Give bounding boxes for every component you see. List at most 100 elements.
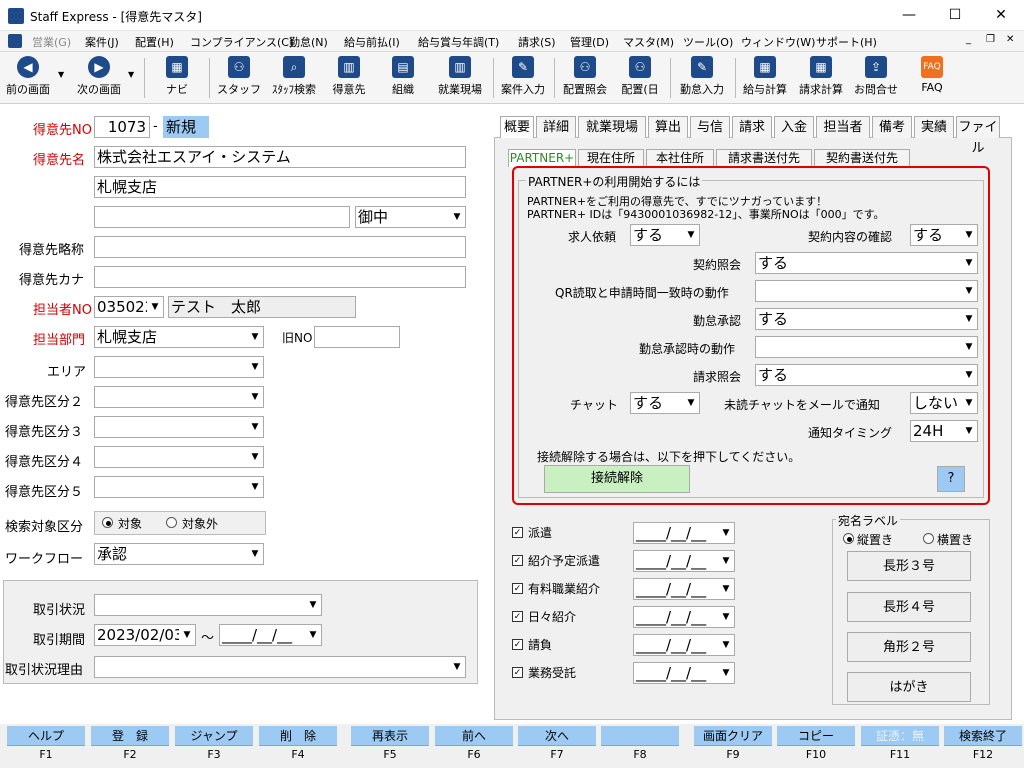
subtab-current-address[interactable]: 現在住所 bbox=[578, 149, 644, 167]
attendance-action-select[interactable]: ▼ bbox=[755, 336, 978, 358]
category3-select[interactable]: ▼ bbox=[94, 416, 264, 438]
f9-clear-button[interactable]: 画面クリア bbox=[694, 726, 772, 746]
deal-to-date[interactable]: ____/__/__ ▼ bbox=[219, 624, 322, 646]
menu-anken[interactable]: 案件(J) bbox=[85, 34, 119, 50]
staff-button[interactable]: ⚇ スタッフ bbox=[216, 54, 262, 100]
menu-haichi[interactable]: 配置(H) bbox=[135, 34, 174, 50]
mdi-close-button[interactable]: ✕ bbox=[1006, 34, 1014, 45]
customer-kana-input[interactable] bbox=[94, 266, 466, 288]
customer-button[interactable]: ▥ 得意先 bbox=[326, 54, 372, 100]
chat-select[interactable]: する ▼ bbox=[630, 392, 700, 414]
outsourcing-checkbox[interactable]: ✓ bbox=[512, 667, 523, 678]
planned-dispatch-date[interactable]: ____/__/__ ▼ bbox=[633, 550, 735, 572]
menu-kintai[interactable]: 勤怠(N) bbox=[289, 34, 328, 50]
attendance-approval-select[interactable]: する ▼ bbox=[755, 308, 978, 330]
subtab-contract-destination[interactable]: 契約書送付先 bbox=[814, 149, 910, 167]
tab-workplace[interactable]: 就業現場 bbox=[578, 116, 646, 138]
daily-placement-date[interactable]: ____/__/__ ▼ bbox=[633, 606, 735, 628]
contract-check-select[interactable]: する ▼ bbox=[910, 224, 978, 246]
f1-help-button[interactable]: ヘルプ bbox=[7, 726, 85, 746]
area-select[interactable]: ▼ bbox=[94, 356, 264, 378]
old-no-input[interactable] bbox=[314, 326, 400, 348]
subtab-invoice-destination[interactable]: 請求書送付先 bbox=[716, 149, 812, 167]
f12-exit-button[interactable]: 検索終了 bbox=[944, 726, 1022, 746]
menu-master[interactable]: マスタ(M) bbox=[623, 34, 674, 50]
menu-tool[interactable]: ツール(O) bbox=[683, 34, 733, 50]
envelope-naga3-button[interactable]: 長形３号 bbox=[847, 551, 971, 581]
tab-detail[interactable]: 詳細 bbox=[536, 116, 576, 138]
customer-abbr-input[interactable] bbox=[94, 236, 466, 258]
label-vertical-radio[interactable] bbox=[843, 533, 854, 544]
subtab-partner[interactable]: PARTNER+ bbox=[508, 149, 576, 167]
postcard-button[interactable]: はがき bbox=[847, 672, 971, 702]
disconnect-button[interactable]: 接続解除 bbox=[544, 465, 690, 493]
search-target-off-radio[interactable] bbox=[166, 517, 177, 528]
outsourcing-date[interactable]: ____/__/__ ▼ bbox=[633, 662, 735, 684]
faq-button[interactable]: FAQ FAQ bbox=[910, 54, 954, 100]
f2-register-button[interactable]: 登 録 bbox=[91, 726, 169, 746]
billing-calc-button[interactable]: ▦ 請求計算 bbox=[794, 54, 848, 100]
attendance-input-button[interactable]: ✎ 勤怠入力 bbox=[674, 54, 730, 100]
payroll-calc-button[interactable]: ▦ 給与計算 bbox=[738, 54, 792, 100]
deal-status-select[interactable]: ▼ bbox=[94, 594, 322, 616]
inquiry-button[interactable]: ⇪ お問合せ bbox=[850, 54, 902, 100]
menu-eigyo[interactable]: 営業(G) bbox=[32, 34, 71, 50]
contracting-date[interactable]: ____/__/__ ▼ bbox=[633, 634, 735, 656]
f6-prev-button[interactable]: 前へ bbox=[435, 726, 513, 746]
next-dropdown-icon[interactable]: ▼ bbox=[128, 70, 134, 79]
menu-kyuyo-maebarai[interactable]: 給与前払(I) bbox=[344, 34, 400, 50]
customer-no-input[interactable]: 1073 bbox=[94, 116, 150, 138]
billing-inquiry-select[interactable]: する ▼ bbox=[755, 364, 978, 386]
placement-inquiry-button[interactable]: ⚇ 配置照会 bbox=[558, 54, 612, 100]
staff-no-select[interactable]: 035022 ▼ bbox=[94, 296, 164, 318]
tab-file[interactable]: ファイル bbox=[956, 116, 1000, 156]
tab-results[interactable]: 実績 bbox=[914, 116, 954, 138]
workflow-select[interactable]: 承認 ▼ bbox=[94, 543, 264, 565]
paid-placement-date[interactable]: ____/__/__ ▼ bbox=[633, 578, 735, 600]
mdi-restore-button[interactable]: ❐ bbox=[986, 34, 995, 45]
case-input-button[interactable]: ✎ 案件入力 bbox=[497, 54, 549, 100]
f10-copy-button[interactable]: コピー bbox=[777, 726, 855, 746]
notify-timing-select[interactable]: 24H ▼ bbox=[910, 420, 978, 442]
menu-compliance[interactable]: コンプライアンス(C) bbox=[190, 34, 293, 50]
department-select[interactable]: 札幌支店 ▼ bbox=[94, 326, 264, 348]
mdi-minimize-button[interactable]: _ bbox=[966, 34, 971, 45]
minimize-button[interactable]: — bbox=[886, 0, 932, 31]
f3-jump-button[interactable]: ジャンプ bbox=[175, 726, 253, 746]
menu-kanri[interactable]: 管理(D) bbox=[570, 34, 609, 50]
subtab-hq-address[interactable]: 本社住所 bbox=[646, 149, 714, 167]
f8-blank-button[interactable] bbox=[601, 726, 679, 746]
f11-evidence-button[interactable]: 証憑：無 bbox=[861, 726, 939, 746]
tab-calc[interactable]: 算出 bbox=[648, 116, 688, 138]
dispatch-checkbox[interactable]: ✓ bbox=[512, 527, 523, 538]
honorific-select[interactable]: 御中 ▼ bbox=[355, 206, 466, 228]
f7-next-button[interactable]: 次へ bbox=[518, 726, 596, 746]
contract-inquiry-select[interactable]: する ▼ bbox=[755, 252, 978, 274]
planned-dispatch-checkbox[interactable]: ✓ bbox=[512, 555, 523, 566]
qr-action-select[interactable]: ▼ bbox=[755, 280, 978, 302]
tab-payment[interactable]: 入金 bbox=[774, 116, 814, 138]
f5-refresh-button[interactable]: 再表示 bbox=[351, 726, 429, 746]
label-horizontal-radio[interactable] bbox=[923, 533, 934, 544]
prev-dropdown-icon[interactable]: ▼ bbox=[58, 70, 64, 79]
customer-name-input-3[interactable] bbox=[94, 206, 350, 228]
menu-kyuyo-shoyo[interactable]: 給与賞与年調(T) bbox=[418, 34, 499, 50]
menu-window[interactable]: ウィンドウ(W) bbox=[741, 34, 815, 50]
job-request-select[interactable]: する ▼ bbox=[630, 224, 700, 246]
organization-button[interactable]: ▤ 組織 bbox=[380, 54, 426, 100]
category4-select[interactable]: ▼ bbox=[94, 446, 264, 468]
contracting-checkbox[interactable]: ✓ bbox=[512, 639, 523, 650]
tab-person[interactable]: 担当者 bbox=[816, 116, 870, 138]
search-target-on-radio[interactable] bbox=[102, 517, 113, 528]
maximize-button[interactable]: ☐ bbox=[932, 0, 978, 31]
envelope-kaku2-button[interactable]: 角形２号 bbox=[847, 632, 971, 662]
category5-select[interactable]: ▼ bbox=[94, 476, 264, 498]
dispatch-date[interactable]: ____/__/__ ▼ bbox=[633, 522, 735, 544]
deal-reason-select[interactable]: ▼ bbox=[94, 656, 466, 678]
unread-chat-select[interactable]: しない ▼ bbox=[910, 392, 978, 414]
tab-remarks[interactable]: 備考 bbox=[872, 116, 912, 138]
envelope-naga4-button[interactable]: 長形４号 bbox=[847, 592, 971, 622]
tab-credit[interactable]: 与信 bbox=[690, 116, 730, 138]
daily-placement-checkbox[interactable]: ✓ bbox=[512, 611, 523, 622]
customer-name-input-2[interactable]: 札幌支店 bbox=[94, 176, 466, 198]
